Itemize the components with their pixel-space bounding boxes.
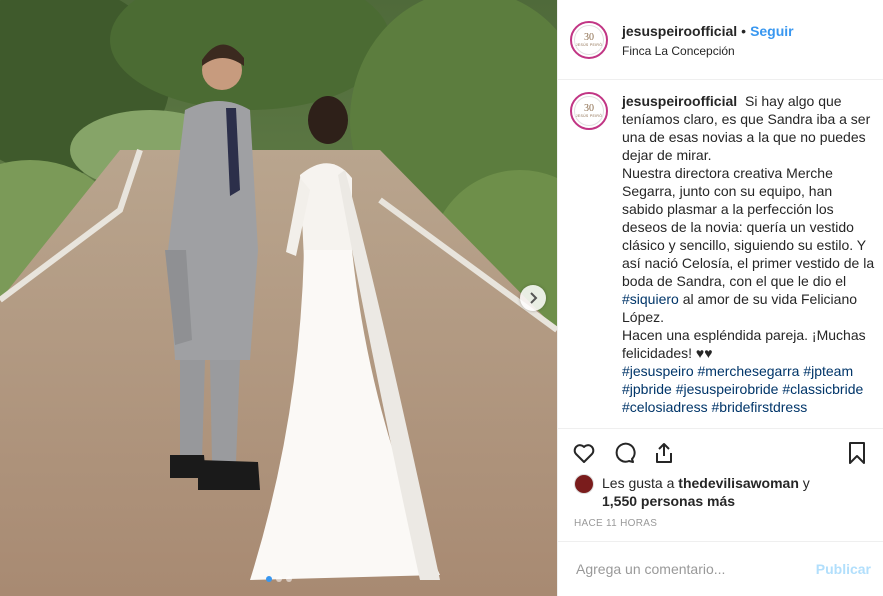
- profile-avatar[interactable]: 30 JESÚS PEIRÓ: [570, 20, 608, 59]
- logo-number: 30: [584, 103, 594, 114]
- hashtag-link[interactable]: #bridefirstdress: [712, 399, 808, 415]
- share-button[interactable]: [650, 439, 678, 467]
- post-header: 30 JESÚS PEIRÓ jesuspeiroofficial • Seguir…: [558, 0, 883, 80]
- comment-button[interactable]: [610, 439, 638, 467]
- carousel-dot: [275, 576, 282, 582]
- brand-logo: 30 JESÚS PEIRÓ: [574, 24, 604, 55]
- logo-text: JESÚS PEIRÓ: [575, 114, 603, 118]
- hashtag-link[interactable]: #classicbride: [782, 381, 863, 397]
- carousel-next-button[interactable]: [520, 285, 546, 311]
- post-timestamp[interactable]: Hace 11 horas: [574, 518, 657, 529]
- carousel-dot: [265, 576, 272, 582]
- header-text: jesuspeiroofficial • Seguir Finca La Conce…: [622, 22, 794, 58]
- post-sidebar: 30 JESÚS PEIRÓ jesuspeiroofficial • Seguir…: [557, 0, 883, 596]
- likes-text: Les gusta a thedevilisawoman y 1,550 per…: [602, 474, 810, 510]
- bookmark-icon: [849, 441, 865, 464]
- post-photo-illustration: [0, 0, 557, 596]
- likes-section: Les gusta a thedevilisawoman y 1,550 per…: [574, 474, 874, 510]
- save-button[interactable]: [843, 439, 871, 467]
- caption-avatar[interactable]: 30 JESÚS PEIRÓ: [570, 92, 608, 130]
- hashtag-link[interactable]: #jpbride: [622, 381, 672, 397]
- carousel-indicator: [0, 576, 557, 582]
- hashtag-link[interactable]: #merchesegarra: [698, 363, 800, 379]
- liker-avatar[interactable]: [574, 474, 594, 494]
- heart-icon: [573, 443, 595, 463]
- comment-input[interactable]: [574, 560, 816, 578]
- carousel-dot: [285, 576, 292, 582]
- action-bar: [558, 428, 883, 476]
- publish-button[interactable]: Publicar: [816, 561, 871, 577]
- liker-username[interactable]: thedevilisawoman: [678, 475, 799, 491]
- caption-username[interactable]: jesuspeiroofficial: [622, 93, 737, 109]
- post-photo[interactable]: [0, 0, 557, 596]
- logo-text: JESÚS PEIRÓ: [575, 42, 603, 47]
- hashtag-link[interactable]: #siquiero: [622, 291, 679, 307]
- caption-section: 30 JESÚS PEIRÓ jesuspeiroofficial Si hay…: [558, 80, 883, 428]
- logo-number: 30: [584, 31, 594, 43]
- hashtag-link[interactable]: #celosiadress: [622, 399, 708, 415]
- likes-prefix: Les gusta a: [602, 475, 675, 491]
- comment-form: Publicar: [558, 541, 883, 596]
- header-username[interactable]: jesuspeiroofficial: [622, 23, 737, 39]
- hashtag-link[interactable]: #jpteam: [803, 363, 853, 379]
- caption-text: jesuspeiroofficial Si hay algo que tenía…: [622, 92, 875, 428]
- follow-button[interactable]: Seguir: [750, 23, 794, 39]
- chevron-right-icon: [530, 292, 538, 304]
- likes-connector: y: [802, 475, 810, 491]
- hashtag-link[interactable]: #jesuspeirobride: [676, 381, 779, 397]
- hashtag-link[interactable]: #jesuspeiro: [622, 363, 694, 379]
- header-separator: •: [741, 22, 747, 39]
- likes-count-link[interactable]: 1,550 personas más: [602, 493, 735, 509]
- location-link[interactable]: Finca La Concepción: [622, 44, 794, 58]
- caption-paragraph-2: Nuestra directora creativa Merche Segarr…: [622, 165, 875, 289]
- comment-icon: [615, 442, 636, 463]
- share-icon: [656, 442, 672, 463]
- brand-logo: 30 JESÚS PEIRÓ: [574, 96, 604, 126]
- caption-paragraph-4: Hacen una espléndida pareja. ¡Muchas fel…: [622, 327, 866, 361]
- like-button[interactable]: [570, 439, 598, 467]
